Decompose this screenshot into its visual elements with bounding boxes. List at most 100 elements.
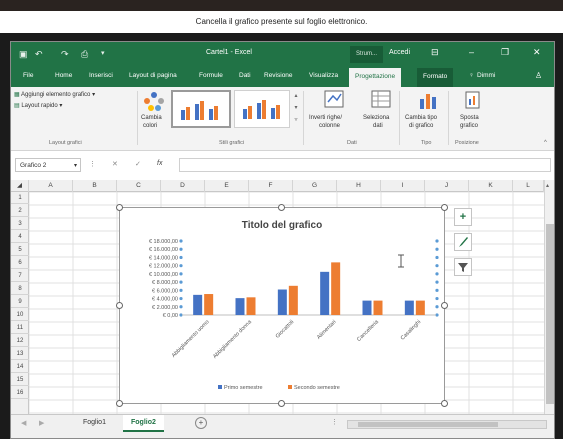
row-header[interactable]: 6 bbox=[11, 257, 29, 269]
resize-handle[interactable] bbox=[441, 204, 448, 211]
formula-bar-grip: ⋮ bbox=[89, 161, 96, 168]
column-header[interactable]: H bbox=[337, 180, 381, 192]
resize-handle[interactable] bbox=[278, 400, 285, 407]
customize-qat-icon[interactable]: ▾ bbox=[101, 48, 105, 60]
cancel-icon[interactable]: ✕ bbox=[112, 160, 118, 168]
chart-styles-brush-icon[interactable] bbox=[454, 233, 472, 251]
new-sheet-icon[interactable]: + bbox=[195, 417, 207, 429]
add-element-icon: ▦ bbox=[14, 92, 20, 98]
chart-filters-funnel-icon[interactable] bbox=[454, 258, 472, 276]
sheet-tab-foglio1[interactable]: Foglio1 bbox=[75, 415, 114, 432]
column-header[interactable]: I bbox=[381, 180, 425, 192]
y-tick-label: € 14.000,00 bbox=[149, 255, 178, 261]
share-icon[interactable]: ♙ bbox=[535, 71, 542, 80]
vertical-scroll-thumb[interactable] bbox=[546, 224, 554, 404]
column-header[interactable]: F bbox=[249, 180, 293, 192]
move-chart-icon[interactable] bbox=[463, 90, 483, 110]
name-box-dropdown-icon[interactable]: ▾ bbox=[74, 162, 77, 169]
scroll-up-icon[interactable]: ▴ bbox=[546, 182, 549, 189]
resize-handle[interactable] bbox=[441, 400, 448, 407]
prev-sheet-icon[interactable]: ◀ bbox=[21, 419, 26, 427]
select-data-icon[interactable] bbox=[371, 90, 391, 110]
row-header[interactable]: 13 bbox=[11, 348, 29, 360]
tab-splitter[interactable]: ⋮ bbox=[331, 418, 338, 426]
change-chart-type-icon[interactable] bbox=[418, 90, 438, 110]
tab-page-layout[interactable]: Layout di pagina bbox=[129, 72, 177, 79]
tab-insert[interactable]: Inserisci bbox=[89, 72, 113, 79]
column-header[interactable]: C bbox=[117, 180, 161, 192]
row-header[interactable]: 16 bbox=[11, 387, 29, 399]
resize-handle[interactable] bbox=[441, 302, 448, 309]
column-header[interactable]: D bbox=[161, 180, 205, 192]
name-box-value: Grafico 2 bbox=[20, 162, 47, 169]
row-header[interactable]: 11 bbox=[11, 322, 29, 334]
select-all-corner[interactable]: ◢ bbox=[11, 180, 29, 192]
collapse-ribbon-icon[interactable]: ^ bbox=[544, 139, 547, 147]
row-header[interactable]: 9 bbox=[11, 296, 29, 308]
chart-style-1[interactable] bbox=[171, 90, 231, 128]
add-chart-element-button[interactable]: ▦ Aggiungi elemento grafico ▾ bbox=[14, 91, 95, 99]
minimize-icon[interactable]: – bbox=[469, 47, 474, 57]
row-header[interactable]: 2 bbox=[11, 205, 29, 217]
ribbon-options-icon[interactable]: ⊟ bbox=[431, 47, 439, 58]
axis-selection-dot bbox=[179, 305, 183, 309]
styles-scroll[interactable]: ▴ ▾ ▿ bbox=[292, 90, 300, 128]
column-header[interactable]: B bbox=[73, 180, 117, 192]
resize-handle[interactable] bbox=[278, 204, 285, 211]
tell-me-search[interactable]: Dimmi bbox=[477, 72, 495, 79]
row-header[interactable]: 1 bbox=[11, 192, 29, 204]
next-sheet-icon[interactable]: ▶ bbox=[39, 419, 44, 427]
row-header[interactable]: 12 bbox=[11, 335, 29, 347]
redo-icon[interactable]: ↷ bbox=[61, 48, 69, 60]
enter-icon[interactable]: ✓ bbox=[135, 160, 141, 168]
row-header[interactable]: 14 bbox=[11, 361, 29, 373]
name-box[interactable]: Grafico 2 ▾ bbox=[15, 158, 81, 172]
row-header[interactable]: 4 bbox=[11, 231, 29, 243]
vertical-scrollbar[interactable]: ▴ bbox=[544, 180, 554, 414]
close-icon[interactable]: ✕ bbox=[533, 47, 541, 58]
column-header[interactable]: J bbox=[425, 180, 469, 192]
column-header[interactable]: A bbox=[29, 180, 73, 192]
tab-design[interactable]: Progettazione bbox=[349, 68, 402, 87]
column-header[interactable]: E bbox=[205, 180, 249, 192]
horizontal-scroll-thumb[interactable] bbox=[358, 422, 498, 427]
formula-bar: Grafico 2 ▾ ⋮ ✕ ✓ fx bbox=[11, 155, 554, 175]
chart-elements-plus-icon[interactable]: + bbox=[454, 208, 472, 226]
tab-view[interactable]: Visualizza bbox=[309, 72, 338, 79]
row-header[interactable]: 7 bbox=[11, 270, 29, 282]
tab-formulas[interactable]: Formule bbox=[199, 72, 223, 79]
change-colors-icon[interactable] bbox=[143, 91, 165, 111]
undo-icon[interactable]: ↶ bbox=[35, 48, 43, 60]
tab-format[interactable]: Formato bbox=[417, 68, 454, 87]
row-header[interactable]: 10 bbox=[11, 309, 29, 321]
row-header[interactable]: 15 bbox=[11, 374, 29, 386]
insert-function-icon[interactable]: fx bbox=[157, 160, 162, 167]
maximize-icon[interactable]: ❐ bbox=[501, 47, 509, 58]
column-header[interactable]: K bbox=[469, 180, 513, 192]
bar-secondo-semestre bbox=[373, 300, 383, 315]
tab-home[interactable]: Home bbox=[55, 72, 72, 79]
column-header[interactable]: L bbox=[513, 180, 544, 192]
switch-row-column-icon[interactable] bbox=[324, 90, 344, 110]
bar-primo-semestre bbox=[362, 300, 372, 315]
print-icon[interactable]: ⎙ bbox=[81, 48, 88, 60]
resize-handle[interactable] bbox=[116, 204, 123, 211]
save-icon[interactable]: ▣ bbox=[19, 48, 28, 60]
tab-file[interactable]: File bbox=[23, 72, 33, 79]
row-header[interactable]: 3 bbox=[11, 218, 29, 230]
chart-area[interactable]: Titolo del grafico € 18.000,00 € 16.000,00… bbox=[119, 207, 445, 404]
tab-review[interactable]: Revisione bbox=[264, 72, 293, 79]
ribbon-separator bbox=[137, 91, 138, 145]
column-header[interactable]: G bbox=[293, 180, 337, 192]
tab-data[interactable]: Dati bbox=[239, 72, 251, 79]
sheet-tab-foglio2[interactable]: Foglio2 bbox=[123, 415, 164, 432]
row-header[interactable]: 8 bbox=[11, 283, 29, 295]
horizontal-scrollbar[interactable] bbox=[347, 420, 547, 429]
formula-input[interactable] bbox=[179, 158, 551, 172]
resize-handle[interactable] bbox=[116, 302, 123, 309]
resize-handle[interactable] bbox=[116, 400, 123, 407]
row-header[interactable]: 5 bbox=[11, 244, 29, 256]
login-link[interactable]: Accedi bbox=[389, 49, 410, 56]
quick-layout-button[interactable]: ▤ Layout rapido ▾ bbox=[14, 102, 62, 110]
chart-style-2[interactable] bbox=[234, 90, 290, 128]
